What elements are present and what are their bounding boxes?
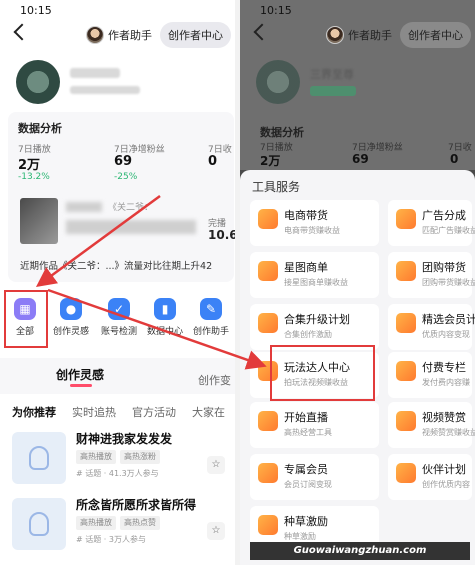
arrow-to-gameplay [47, 288, 267, 370]
arrow-to-all [35, 194, 161, 287]
annotation-arrows [35, 194, 267, 370]
watermark: Guowaiwangzhuan.com [250, 542, 470, 560]
